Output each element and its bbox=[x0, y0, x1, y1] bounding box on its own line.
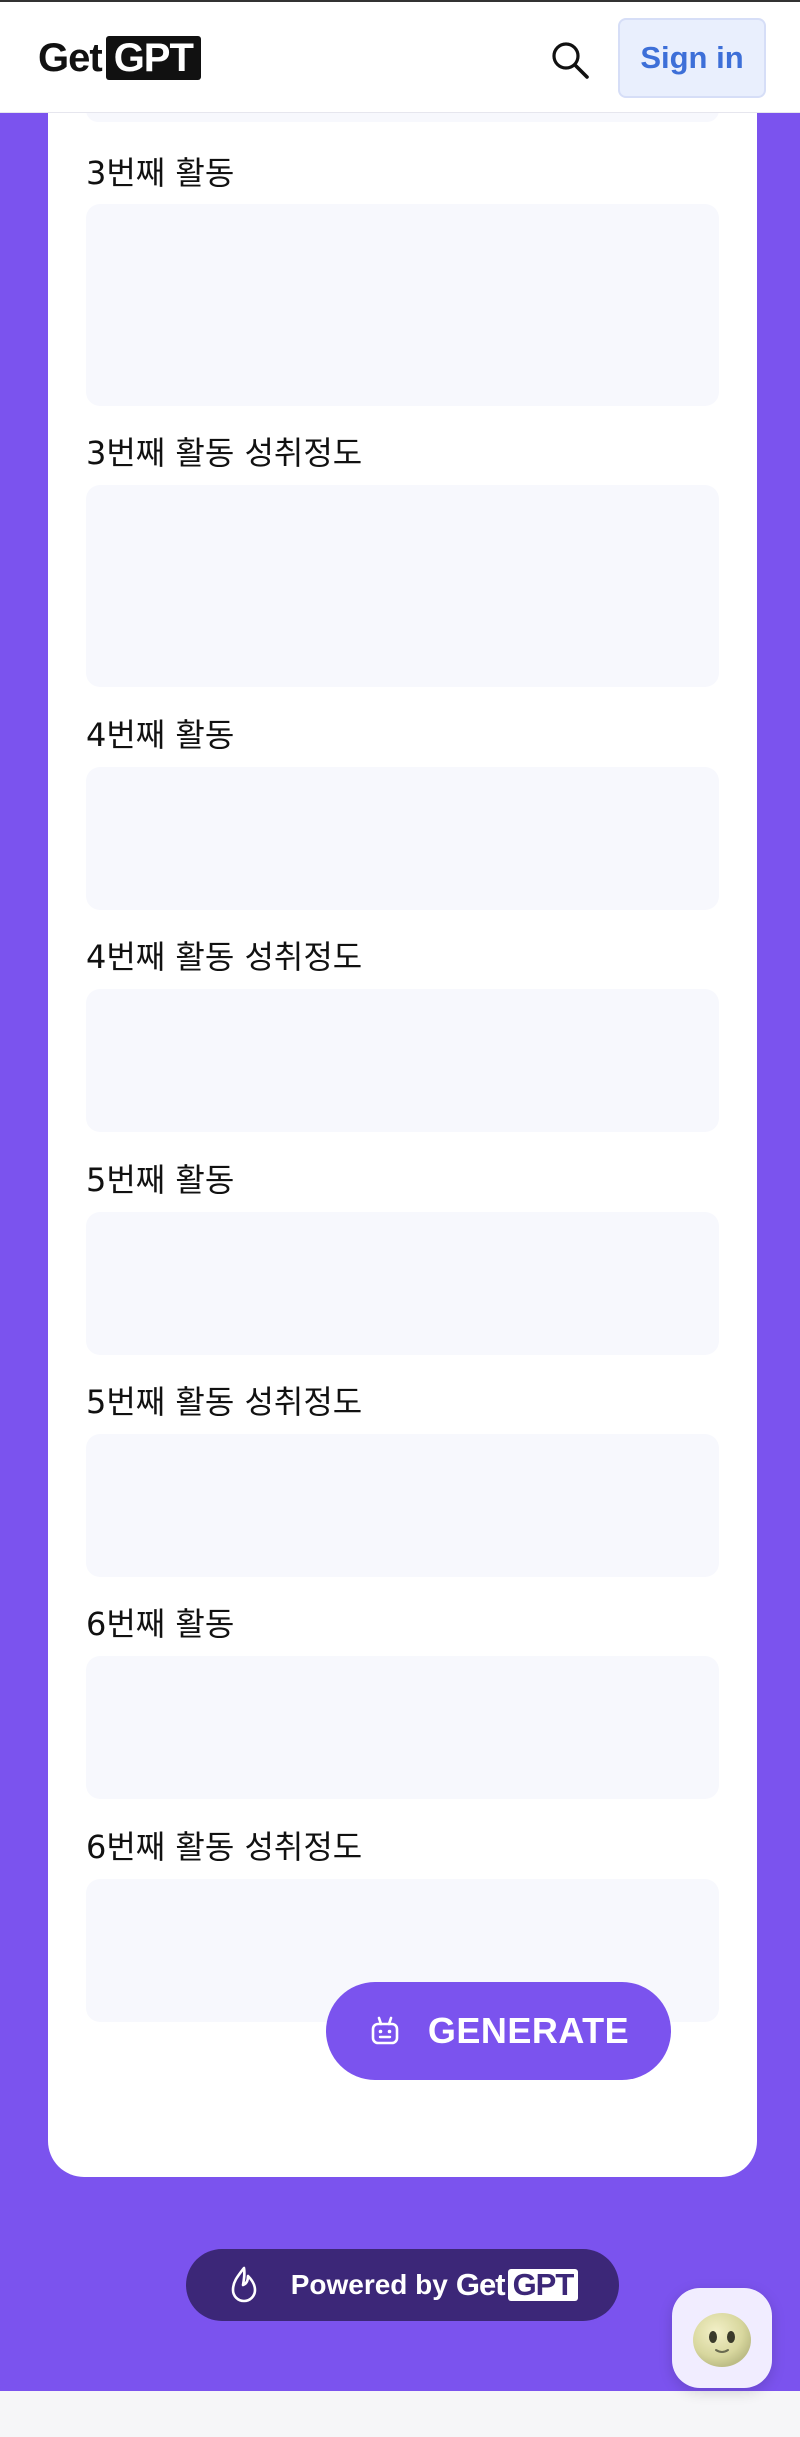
robot-icon bbox=[371, 2016, 399, 2045]
field-input-achievement-5[interactable] bbox=[86, 1434, 719, 1577]
generate-button[interactable]: GENERATE bbox=[326, 1982, 671, 2080]
sign-in-button[interactable]: Sign in bbox=[618, 18, 766, 98]
search-icon[interactable] bbox=[548, 38, 592, 82]
logo-box-text: GPT bbox=[105, 36, 201, 80]
powered-logo-text: Get bbox=[455, 2267, 506, 2302]
footer-strip bbox=[0, 2391, 800, 2437]
getgpt-logo[interactable]: Get GPT bbox=[38, 35, 201, 81]
field-input-achievement-4[interactable] bbox=[86, 989, 719, 1132]
field-input-activity-6[interactable] bbox=[86, 1656, 719, 1799]
powered-logo: Get GPT bbox=[455, 2267, 579, 2303]
field-input-activity-4[interactable] bbox=[86, 767, 719, 910]
logo-text: Get bbox=[38, 35, 103, 80]
powered-by-text: Powered by bbox=[290, 2269, 448, 2300]
field-input-achievement-3[interactable] bbox=[86, 485, 719, 687]
form-card: 3번째 활동 3번째 활동 성취정도 4번째 활동 4번째 활동 성취정도 5번… bbox=[48, 60, 757, 2177]
assistant-face-icon bbox=[693, 2313, 751, 2367]
chat-assistant-button[interactable] bbox=[672, 2288, 772, 2388]
field-label-achievement-3: 3번째 활동 성취정도 bbox=[86, 434, 363, 472]
top-navbar: Get GPT Sign in bbox=[0, 0, 800, 113]
field-label-achievement-6: 6번째 활동 성취정도 bbox=[86, 1828, 363, 1866]
field-label-achievement-4: 4번째 활동 성취정도 bbox=[86, 938, 363, 976]
field-label-activity-4: 4번째 활동 bbox=[86, 716, 235, 754]
field-input-activity-5[interactable] bbox=[86, 1212, 719, 1355]
powered-by-badge[interactable]: Powered by Get GPT bbox=[186, 2249, 619, 2321]
field-input-activity-3[interactable] bbox=[86, 204, 719, 406]
field-label-activity-5: 5번째 활동 bbox=[86, 1161, 235, 1199]
field-label-achievement-5: 5번째 활동 성취정도 bbox=[86, 1383, 363, 1421]
powered-logo-box-text: GPT bbox=[507, 2269, 579, 2301]
generate-label: GENERATE bbox=[427, 2010, 630, 2051]
field-label-activity-6: 6번째 활동 bbox=[86, 1605, 235, 1643]
flame-icon bbox=[231, 2266, 257, 2303]
field-label-activity-3: 3번째 활동 bbox=[86, 154, 235, 192]
